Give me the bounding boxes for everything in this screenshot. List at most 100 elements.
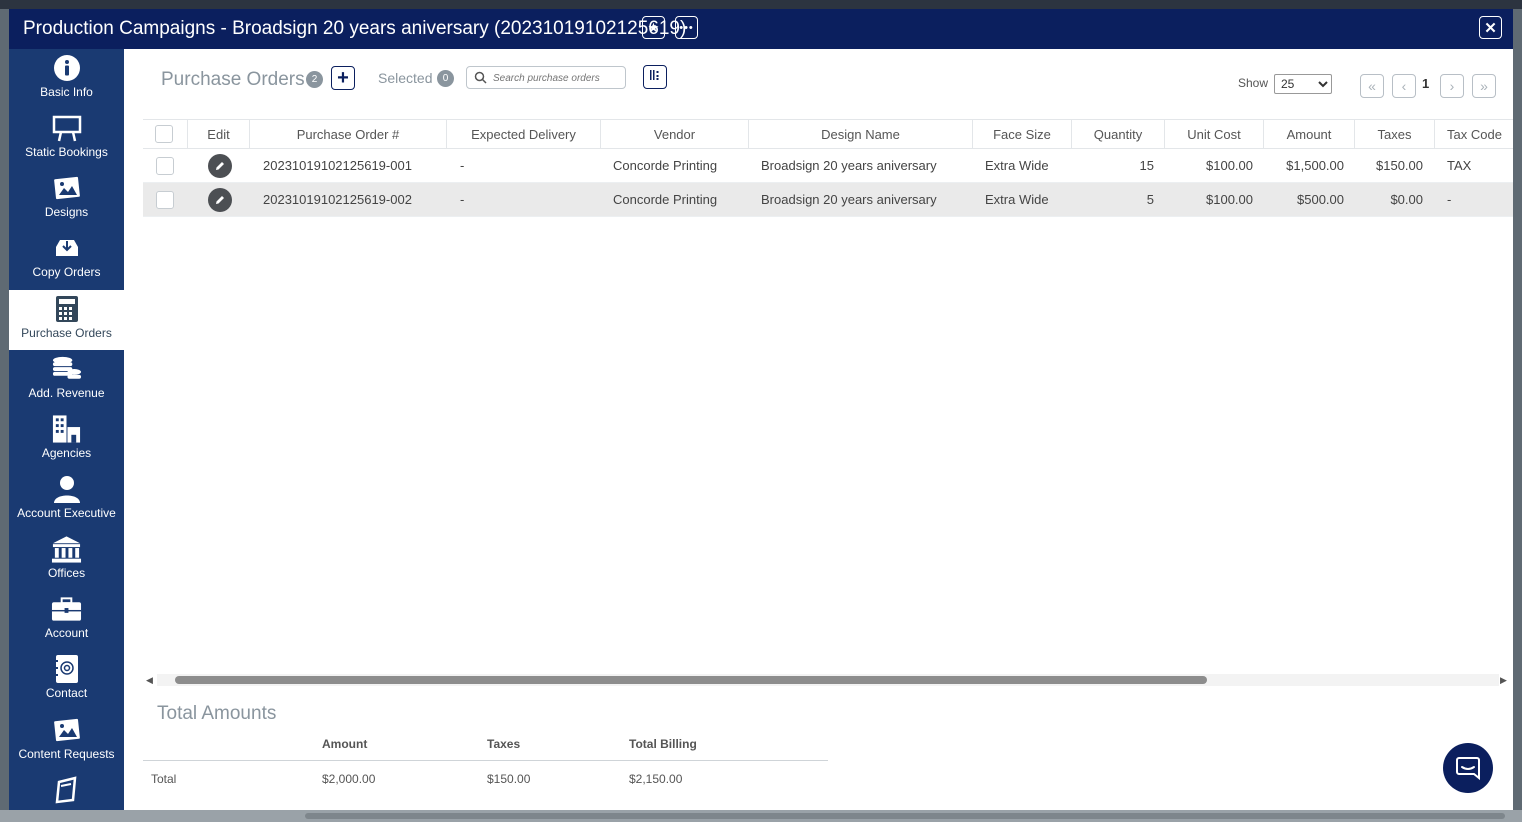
app-backdrop-top <box>0 0 1522 9</box>
tax-code-cell: - <box>1447 192 1452 207</box>
search-box <box>466 66 626 89</box>
sidebar-item-account-executive[interactable]: Account Executive <box>9 470 124 530</box>
pencil-icon <box>216 196 224 204</box>
sidebar-item-purchase-orders[interactable]: Purchase Orders <box>9 290 124 350</box>
amount-cell: $500.00 <box>1297 192 1344 207</box>
totals-header-total-billing: Total Billing <box>629 737 697 751</box>
tax-code-cell: TAX <box>1447 158 1472 173</box>
sidebar-item-content-requests[interactable]: Content Requests <box>9 711 124 771</box>
sidebar-item-documents[interactable] <box>9 771 124 810</box>
edit-row-button[interactable] <box>208 188 232 212</box>
sidebar-item-basic-info[interactable]: Basic Info <box>9 49 124 109</box>
scroll-left-icon[interactable]: ◀ <box>146 675 153 686</box>
unit-cost-cell: $100.00 <box>1206 192 1253 207</box>
horizontal-scrollbar[interactable]: ◀ ▶ <box>143 674 1513 686</box>
more-icon: ••• <box>679 21 694 34</box>
row-checkbox[interactable] <box>156 157 174 175</box>
plus-icon: + <box>337 67 349 89</box>
sidebar-item-label: Add. Revenue <box>28 386 105 400</box>
edit-row-button[interactable] <box>208 154 232 178</box>
header-vendor[interactable]: Vendor <box>601 120 749 149</box>
totals-divider <box>143 760 828 761</box>
table-row[interactable]: 20231019102125619-001 - Concorde Printin… <box>143 149 1513 183</box>
sidebar-item-designs[interactable]: Designs <box>9 169 124 229</box>
modal-title: Production Campaigns - Broadsign 20 year… <box>23 18 687 39</box>
sidebar-item-label: Account Executive <box>17 506 116 520</box>
sidebar-item-contact[interactable]: Contact <box>9 650 124 710</box>
first-page-button[interactable]: « <box>1360 74 1384 98</box>
header-design-name[interactable]: Design Name <box>749 120 973 149</box>
header-expected-delivery[interactable]: Expected Delivery <box>447 120 601 149</box>
prev-page-button[interactable]: ‹ <box>1392 74 1416 98</box>
count-badge: 2 <box>306 71 323 88</box>
scrollbar-thumb[interactable] <box>175 676 1207 684</box>
favorite-button[interactable]: ★ <box>642 16 665 39</box>
sidebar-item-copy-orders[interactable]: Copy Orders <box>9 229 124 289</box>
table-header: Edit Purchase Order # Expected Delivery … <box>143 119 1513 149</box>
chat-launcher-button[interactable] <box>1443 743 1493 793</box>
double-chevron-left-icon: « <box>1368 78 1376 94</box>
header-face-size[interactable]: Face Size <box>973 120 1072 149</box>
search-input[interactable] <box>493 70 621 86</box>
totals-title: Total Amounts <box>157 703 277 724</box>
more-options-button[interactable]: ••• <box>675 16 698 39</box>
next-page-button[interactable]: › <box>1440 74 1464 98</box>
page-size-select[interactable]: 25 <box>1274 74 1332 94</box>
scrollbar-track[interactable] <box>157 674 1499 686</box>
taxes-cell: $0.00 <box>1390 192 1423 207</box>
chevron-right-icon: › <box>1449 78 1455 94</box>
table-row[interactable]: 20231019102125619-002 - Concorde Printin… <box>143 183 1513 217</box>
delivery-cell: - <box>460 192 465 207</box>
close-modal-button[interactable]: ✕ <box>1479 16 1502 39</box>
backdrop-scrollbar <box>305 813 1505 819</box>
totals-header-taxes: Taxes <box>487 737 521 751</box>
header-edit[interactable]: Edit <box>188 120 250 149</box>
campaign-modal: Production Campaigns - Broadsign 20 year… <box>9 9 1513 810</box>
header-unit-cost[interactable]: Unit Cost <box>1165 120 1264 149</box>
header-tax-code[interactable]: Tax Code <box>1447 120 1513 149</box>
sidebar-item-label: Basic Info <box>40 85 93 99</box>
columns-icon <box>649 68 661 86</box>
row-checkbox[interactable] <box>156 191 174 209</box>
show-label: Show <box>1238 76 1269 90</box>
header-select-cell <box>143 120 188 149</box>
totals-amount: $2,000.00 <box>322 772 376 786</box>
quantity-cell: 15 <box>1139 158 1154 173</box>
header-quantity[interactable]: Quantity <box>1072 120 1165 149</box>
chevron-left-icon: ‹ <box>1401 78 1407 94</box>
select-all-checkbox[interactable] <box>155 125 173 143</box>
modal-titlebar: Production Campaigns - Broadsign 20 year… <box>9 9 1513 49</box>
po-number-cell: 20231019102125619-001 <box>263 158 412 173</box>
header-po-number[interactable]: Purchase Order # <box>250 120 447 149</box>
sidebar-item-static-bookings[interactable]: Static Bookings <box>9 109 124 169</box>
sidebar-item-label: Agencies <box>41 446 92 460</box>
sidebar-item-label: Account <box>44 626 89 640</box>
sidebar-item-label: Purchase Orders <box>21 326 112 340</box>
search-icon <box>474 71 487 89</box>
scroll-right-icon[interactable]: ▶ <box>1500 675 1507 686</box>
last-page-button[interactable]: » <box>1472 74 1496 98</box>
unit-cost-cell: $100.00 <box>1206 158 1253 173</box>
current-page: 1 <box>1422 76 1430 91</box>
sidebar-item-account[interactable]: Account <box>9 590 124 650</box>
coins-icon <box>51 355 82 383</box>
add-purchase-order-button[interactable]: + <box>331 66 355 90</box>
image-request-icon <box>51 716 82 744</box>
selected-count-badge: 0 <box>437 70 454 87</box>
vendor-cell: Concorde Printing <box>613 158 718 173</box>
sidebar-item-offices[interactable]: Offices <box>9 530 124 590</box>
header-taxes[interactable]: Taxes <box>1355 120 1435 149</box>
design-name-cell: Broadsign 20 years aniversary <box>761 158 937 173</box>
sidebar-item-agencies[interactable]: Agencies <box>9 410 124 470</box>
totals-taxes: $150.00 <box>487 772 531 786</box>
po-number-cell: 20231019102125619-002 <box>263 192 412 207</box>
column-settings-button[interactable] <box>643 65 667 89</box>
building-icon <box>51 415 82 443</box>
face-size-cell: Extra Wide <box>985 192 1049 207</box>
image-icon <box>51 174 82 202</box>
header-amount[interactable]: Amount <box>1264 120 1355 149</box>
section-title: Purchase Orders <box>161 69 305 90</box>
sidebar-item-add-revenue[interactable]: Add. Revenue <box>9 350 124 410</box>
star-icon: ★ <box>647 19 660 35</box>
bank-icon <box>51 535 82 563</box>
